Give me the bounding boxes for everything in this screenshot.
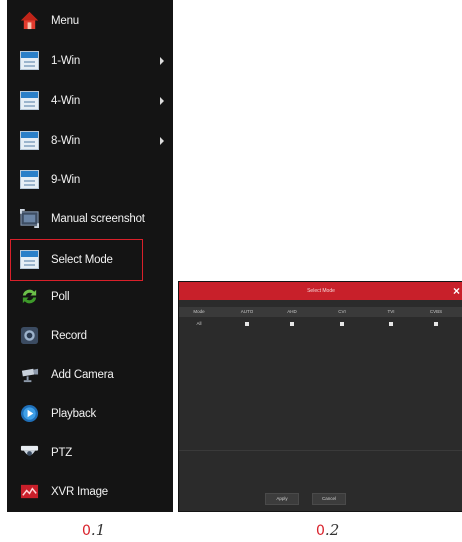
ahd-checkbox[interactable] [290,322,294,326]
page: Menu 1-Win 4-Win 8-Win 9-Win Manual scre… [0,0,462,542]
column-header-mode: Mode [193,309,205,314]
table-header: Mode AUTO AHD CVI TVI CVBS [179,307,462,317]
submenu-arrow-icon [160,97,164,105]
ptz-icon [20,445,39,456]
apply-button[interactable]: Apply [265,493,299,505]
menu-item-1-win[interactable]: 1-Win [7,43,173,79]
menu-item-label: Playback [51,408,97,420]
menu-item-9-win[interactable]: 9-Win [7,162,173,198]
caption-left: 0.1 [82,521,105,539]
column-header-cvi: CVI [338,309,346,314]
menu-item-playback[interactable]: Playback [7,396,173,432]
window-icon [20,91,39,110]
add-camera-icon [21,368,39,383]
column-header-tvi: TVI [387,309,395,314]
menu-item-label: 9-Win [51,174,81,186]
dialog-title: Select Mode [179,282,462,300]
column-header-ahd: AHD [287,309,297,314]
column-header-auto: AUTO [240,309,254,314]
menu-item-label: Poll [51,291,70,303]
window-icon [20,131,39,150]
caption-right-number: 0 [316,523,325,539]
menu-item-label: 1-Win [51,55,81,67]
caption-right-text: .2 [324,521,340,539]
menu-item-label: Add Camera [51,369,114,381]
auto-checkbox[interactable] [245,322,249,326]
menu-item-xvr-image[interactable]: XVR Image [7,474,173,510]
menu-item-menu[interactable]: Menu [7,3,173,39]
row-label-all: All [196,321,202,326]
menu-item-ptz[interactable]: PTZ [7,435,173,471]
menu-item-label: Select Mode [51,254,113,266]
menu-item-label: PTZ [51,447,73,459]
menu-item-label: 8-Win [51,135,81,147]
menu-item-label: 4-Win [51,95,81,107]
menu-item-add-camera[interactable]: Add Camera [7,357,173,393]
menu-item-4-win[interactable]: 4-Win [7,83,173,119]
tvi-checkbox[interactable] [389,322,393,326]
cvi-checkbox[interactable] [340,322,344,326]
menu-item-label: Menu [51,15,79,27]
poll-icon [22,289,37,304]
context-menu: Menu 1-Win 4-Win 8-Win 9-Win Manual scre… [7,0,173,512]
playback-icon [20,404,39,423]
menu-item-poll[interactable]: Poll [7,279,173,315]
divider [179,450,462,451]
menu-item-select-mode[interactable]: Select Mode [10,239,143,281]
cancel-button[interactable]: Cancel [312,493,346,505]
window-icon [20,170,39,189]
select-mode-dialog: Select Mode × Mode AUTO AHD CVI TVI CVBS… [178,281,462,512]
menu-item-label: Manual screenshot [51,213,145,225]
cvbs-checkbox[interactable] [434,322,438,326]
xvr-image-icon [20,484,39,499]
menu-item-label: Record [51,330,87,342]
column-header-cvbs: CVBS [429,309,443,314]
record-icon [20,326,39,345]
submenu-arrow-icon [160,57,164,65]
caption-left-text: .1 [90,521,106,539]
screenshot-icon [20,209,39,228]
home-icon [20,11,39,30]
window-icon [20,51,39,70]
close-icon[interactable]: × [453,282,460,300]
caption-right: 0.2 [316,521,339,539]
window-icon [20,250,39,269]
menu-item-record[interactable]: Record [7,318,173,354]
submenu-arrow-icon [160,137,164,145]
caption-left-number: 0 [82,523,91,539]
menu-item-manual-screenshot[interactable]: Manual screenshot [7,201,173,237]
menu-item-8-win[interactable]: 8-Win [7,123,173,159]
menu-item-label: XVR Image [51,486,109,498]
table-row: All [179,319,462,329]
